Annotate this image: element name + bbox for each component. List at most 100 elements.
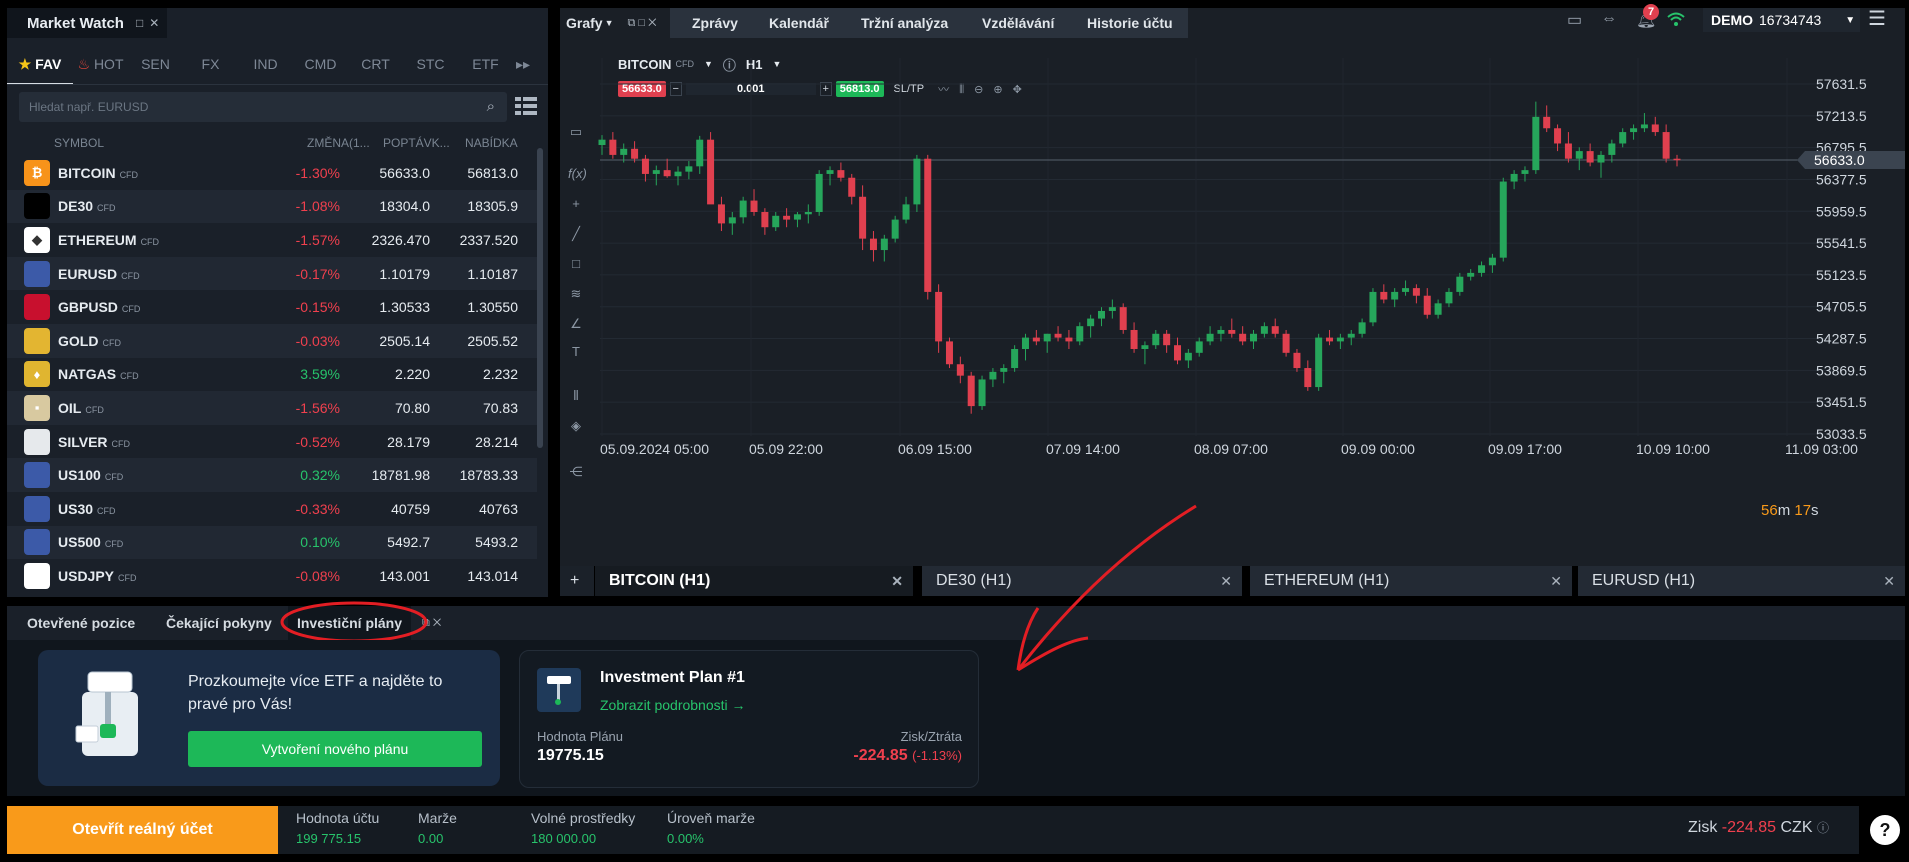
table-row[interactable]: GBPUSD CFD -0.15% 1.30533 1.30550 (7, 290, 537, 324)
signals-icon[interactable]: ⇔ (1601, 10, 1617, 28)
scrollbar[interactable] (537, 148, 543, 448)
grid-view-icon[interactable] (515, 96, 537, 116)
ask-price[interactable]: 2505.52 (430, 333, 518, 349)
ask-price[interactable]: 1.10187 (430, 266, 518, 282)
maximize-icon[interactable]: □ (136, 16, 143, 30)
crosshair-tool-icon[interactable]: + (568, 196, 584, 212)
shape-tool-icon[interactable]: □ (568, 256, 584, 272)
table-row[interactable]: ▪ OIL CFD -1.56% 70.80 70.83 (7, 391, 537, 425)
add-chart-button[interactable]: + (560, 566, 594, 596)
bid-price[interactable]: 2.220 (340, 366, 430, 382)
tabs-scroll-icon[interactable]: ▸▸ (513, 56, 533, 73)
table-row[interactable]: EURUSD CFD -0.17% 1.10179 1.10187 (7, 256, 537, 291)
bid-price[interactable]: 5492.7 (340, 534, 430, 550)
table-row[interactable]: USDJPY CFD -0.08% 143.001 143.014 (7, 559, 537, 593)
create-plan-button[interactable]: Vytvoření nového plánu (188, 731, 482, 767)
bid-price[interactable]: 143.001 (340, 568, 430, 584)
tab-fx[interactable]: FX (183, 56, 238, 72)
tab-cmd[interactable]: CMD (293, 56, 348, 72)
account-selector[interactable]: DEMO 16734743 ▼ (1703, 8, 1860, 32)
menu-calendar[interactable]: Kalendář (769, 8, 829, 38)
plan-details-link[interactable]: Zobrazit podrobnosti → (600, 697, 746, 713)
text-tool-icon[interactable]: T (568, 344, 584, 360)
bid-price[interactable]: 1.30533 (340, 299, 430, 315)
bid-price[interactable]: 18781.98 (340, 467, 430, 483)
chart-tab-eurusd[interactable]: EURUSD (H1) ✕ (1578, 566, 1905, 596)
table-row[interactable]: GOLD CFD -0.03% 2505.14 2505.52 (7, 324, 537, 358)
menu-education[interactable]: Vzdělávání (982, 8, 1054, 38)
info-icon[interactable]: ⓘ (1817, 821, 1829, 835)
layout-icon[interactable]: ▭ (1567, 10, 1582, 30)
ask-price[interactable]: 2.232 (430, 366, 518, 382)
col-symbol[interactable]: SYMBOL (54, 136, 104, 150)
ask-price[interactable]: 18783.33 (430, 467, 518, 483)
tab-stc[interactable]: STC (403, 56, 458, 72)
close-icon[interactable]: ✕ (1883, 573, 1895, 590)
tab-hot[interactable]: ♨ HOT (73, 56, 128, 73)
indicators-icon[interactable]: ⫴ (568, 388, 584, 404)
tab-crt[interactable]: CRT (348, 56, 403, 72)
ask-price[interactable]: 40763 (430, 501, 518, 517)
menu-news[interactable]: Zprávy (692, 8, 738, 38)
channel-icon[interactable]: ∠ (568, 316, 584, 332)
bid-price[interactable]: 70.80 (340, 400, 430, 416)
table-row[interactable]: DE30 CFD -1.08% 18304.0 18305.9 (7, 189, 537, 224)
symbol-name: USDJPY CFD (58, 567, 137, 584)
rectangle-select-icon[interactable]: ▭ (568, 124, 584, 140)
bid-price[interactable]: 1.10179 (340, 266, 430, 282)
table-row[interactable]: ◆ ETHEREUM CFD -1.57% 2326.470 2337.520 (7, 223, 537, 257)
tab-open-positions[interactable]: Otevřené pozice (27, 606, 135, 640)
close-icon[interactable]: ✕ (149, 16, 159, 30)
ask-price[interactable]: 1.30550 (430, 299, 518, 315)
tab-etf[interactable]: ETF (458, 56, 513, 72)
chart-tab-ethereum[interactable]: ETHEREUM (H1) ✕ (1250, 566, 1572, 596)
chart-tab-bitcoin[interactable]: BITCOIN (H1) ✕ (595, 566, 913, 596)
bid-price[interactable]: 56633.0 (340, 165, 430, 181)
close-icon[interactable]: ✕ (891, 573, 903, 590)
tab-pending-orders[interactable]: Čekající pokyny (166, 606, 272, 640)
tab-ind[interactable]: IND (238, 56, 293, 72)
ask-price[interactable]: 2337.520 (430, 232, 518, 248)
table-row[interactable]: US30 CFD -0.33% 40759 40763 (7, 492, 537, 526)
symbol-name: NATGAS CFD (58, 366, 139, 383)
bid-price[interactable]: 2505.14 (340, 333, 430, 349)
ask-price[interactable]: 28.214 (430, 434, 518, 450)
table-row[interactable]: US100 CFD 0.32% 18781.98 18783.33 (7, 458, 537, 492)
bid-price[interactable]: 2326.470 (340, 232, 430, 248)
fibonacci-icon[interactable]: ≋ (568, 286, 584, 302)
help-button[interactable]: ? (1870, 815, 1900, 845)
price-chart[interactable]: 57631.557213.556795.556377.555959.555541… (592, 38, 1905, 558)
close-icon[interactable]: ✕ (1220, 573, 1232, 590)
ask-price[interactable]: 143.014 (430, 568, 518, 584)
charts-window-tab[interactable]: Grafy ▼ ⧉ □ ✕ (560, 8, 670, 38)
hamburger-menu-icon[interactable]: ☰ (1868, 6, 1886, 31)
menu-market-analysis[interactable]: Tržní analýza (861, 8, 948, 38)
share-icon[interactable]: ⋲ (568, 464, 584, 480)
popout-icon[interactable]: ⧉ □ ✕ (628, 17, 657, 30)
open-real-account-button[interactable]: Otevřít reálný účet (7, 806, 278, 854)
col-ask[interactable]: NABÍDKA (465, 136, 518, 150)
bid-price[interactable]: 40759 (340, 501, 430, 517)
tab-sen[interactable]: SEN (128, 56, 183, 72)
investment-plan-card[interactable] (519, 650, 979, 788)
function-icon[interactable]: f(x) (568, 166, 587, 182)
menu-account-history[interactable]: Historie účtu (1087, 8, 1173, 38)
line-tool-icon[interactable]: ╱ (568, 226, 584, 242)
tab-fav[interactable]: ★ FAV (7, 56, 73, 85)
ask-price[interactable]: 70.83 (430, 400, 518, 416)
layers-icon[interactable]: ◈ (568, 418, 584, 434)
ask-price[interactable]: 5493.2 (430, 534, 518, 550)
col-bid[interactable]: POPTÁVK... (383, 136, 450, 150)
table-row[interactable]: ♦ NATGAS CFD 3.59% 2.220 2.232 (7, 358, 537, 392)
search-icon[interactable]: ⌕ (487, 98, 495, 115)
table-row[interactable]: ₿ BITCOIN CFD -1.30% 56633.0 56813.0 (7, 156, 537, 190)
table-row[interactable]: US500 CFD 0.10% 5492.7 5493.2 (7, 525, 537, 560)
table-row[interactable]: SILVER CFD -0.52% 28.179 28.214 (7, 425, 537, 459)
search-input[interactable]: Hledat např. EURUSD ⌕ (19, 92, 507, 122)
bid-price[interactable]: 28.179 (340, 434, 430, 450)
close-icon[interactable]: ✕ (1550, 573, 1562, 590)
ask-price[interactable]: 56813.0 (430, 165, 518, 181)
col-change[interactable]: ZMĚNA(1... (307, 136, 370, 150)
bid-price[interactable]: 18304.0 (340, 198, 430, 214)
ask-price[interactable]: 18305.9 (430, 198, 518, 214)
